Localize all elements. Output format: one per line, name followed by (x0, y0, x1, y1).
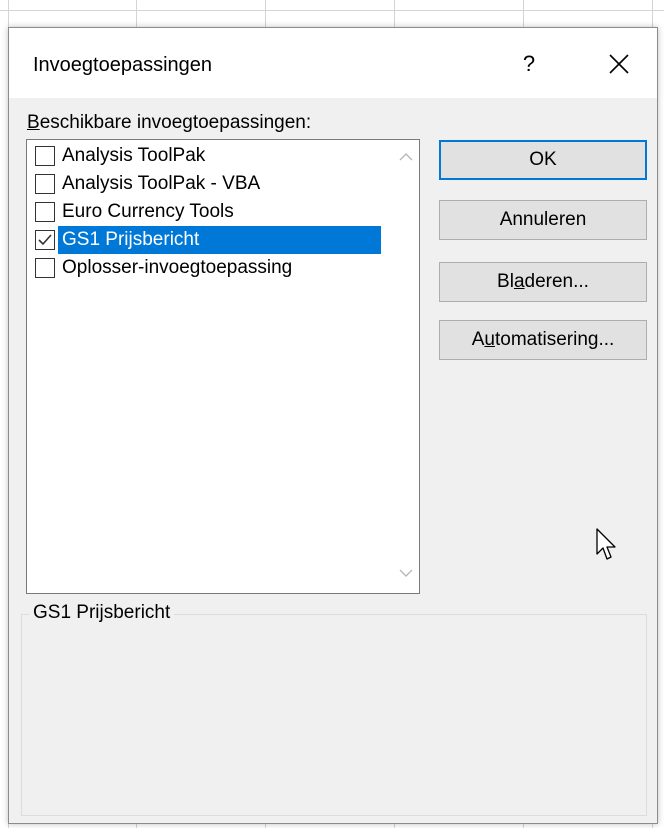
checkbox-checked[interactable] (35, 230, 55, 250)
list-item-label: Oplosser-invoegtoepassing (62, 257, 293, 278)
help-button[interactable]: ? (509, 46, 549, 82)
list-item-analysis-toolpak[interactable]: Analysis ToolPak (33, 142, 381, 170)
title-bar: Invoegtoepassingen ? (9, 28, 657, 98)
list-item-label: Euro Currency Tools (62, 201, 234, 222)
cancel-button[interactable]: Annuleren (439, 200, 647, 240)
dialog-title: Invoegtoepassingen (33, 54, 213, 76)
chevron-down-icon (399, 569, 413, 577)
list-item-euro-currency-tools[interactable]: Euro Currency Tools (33, 198, 381, 226)
list-item-gs1-prijsbericht[interactable]: GS1 Prijsbericht (33, 226, 381, 254)
browse-button[interactable]: Bladeren... (439, 262, 647, 302)
mouse-cursor-icon (596, 528, 618, 567)
available-add-ins-label: Beschikbare invoegtoepassingen: (27, 112, 312, 133)
chevron-up-icon (399, 153, 413, 161)
checkmark-icon (38, 234, 52, 246)
list-item-label: GS1 Prijsbericht (58, 226, 381, 254)
checkbox[interactable] (35, 258, 55, 278)
ok-button[interactable]: OK (439, 140, 647, 180)
scroll-up-button[interactable] (397, 148, 415, 166)
checkbox[interactable] (35, 202, 55, 222)
automation-button[interactable]: Automatisering... (439, 320, 647, 360)
list-item-oplosser[interactable]: Oplosser-invoegtoepassing (33, 254, 381, 282)
description-group (21, 614, 647, 816)
close-button[interactable] (599, 46, 639, 82)
list-item-label: Analysis ToolPak - VBA (62, 173, 261, 194)
scroll-down-button[interactable] (397, 564, 415, 582)
checkbox[interactable] (35, 174, 55, 194)
close-icon (609, 54, 629, 74)
list-item-label: Analysis ToolPak (62, 145, 206, 166)
checkbox[interactable] (35, 146, 55, 166)
description-title: GS1 Prijsbericht (29, 602, 175, 624)
add-ins-listbox[interactable]: Analysis ToolPak Analysis ToolPak - VBA … (26, 139, 420, 594)
list-item-analysis-toolpak-vba[interactable]: Analysis ToolPak - VBA (33, 170, 381, 198)
add-ins-dialog: Invoegtoepassingen ? Beschikbare invoegt… (8, 27, 658, 824)
